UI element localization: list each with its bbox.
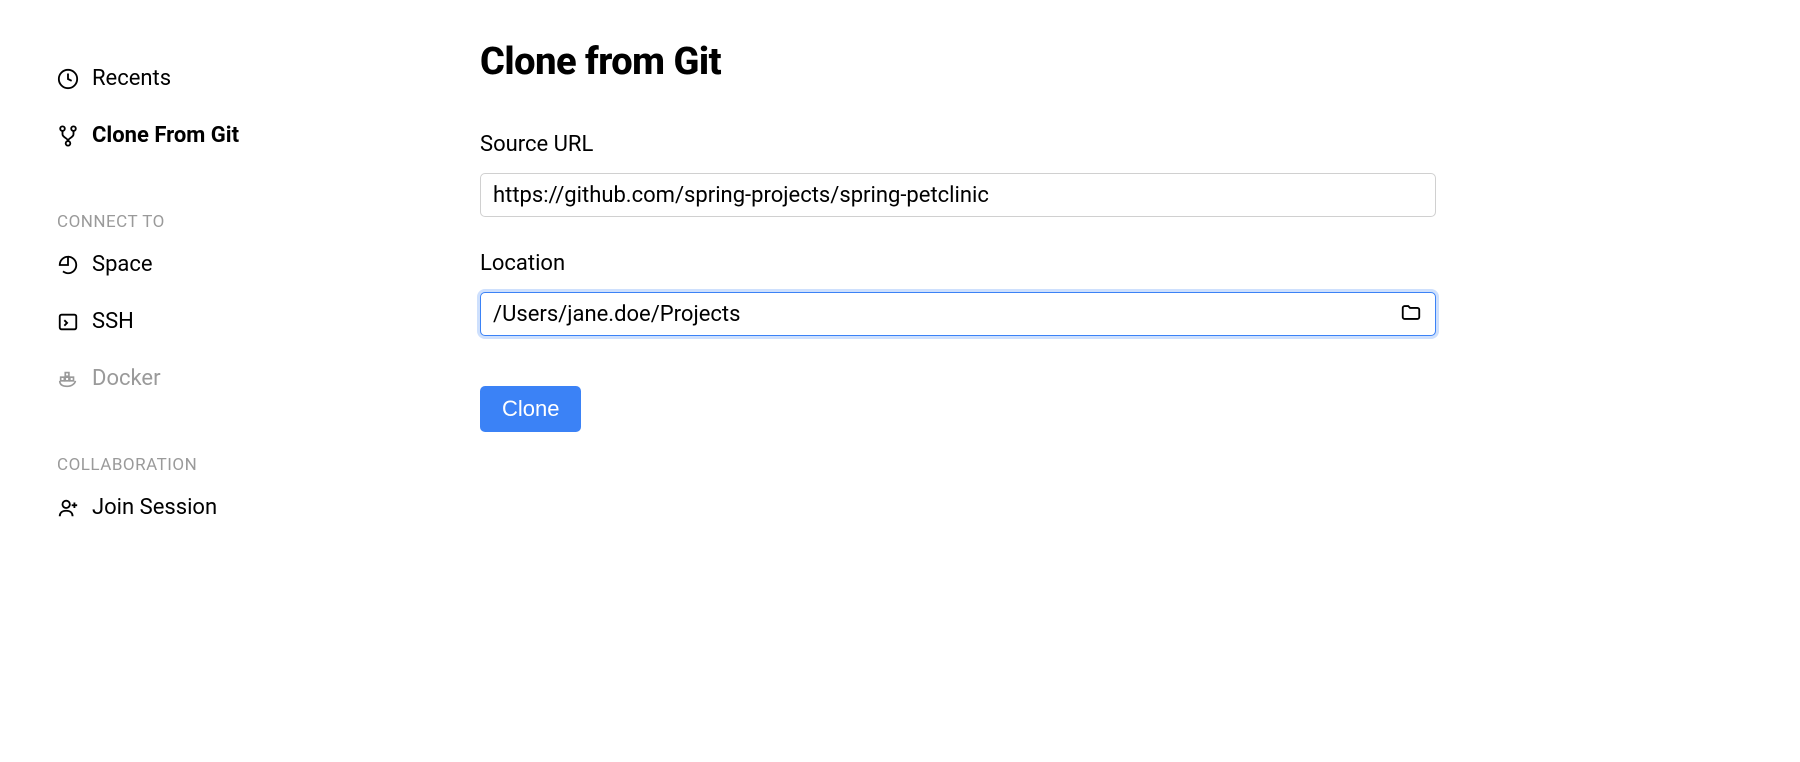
docker-icon xyxy=(57,368,79,390)
location-input-wrapper xyxy=(480,292,1436,336)
sidebar-item-label: Clone From Git xyxy=(92,123,239,148)
sidebar-item-label: SSH xyxy=(92,309,134,334)
folder-icon xyxy=(1400,302,1422,327)
sidebar-item-label: Space xyxy=(92,252,153,277)
sidebar-item-join-session[interactable]: Join Session xyxy=(57,479,480,536)
browse-folder-button[interactable] xyxy=(1396,298,1426,331)
sidebar-item-docker[interactable]: Docker xyxy=(57,350,480,407)
clock-icon xyxy=(57,68,79,90)
sidebar-item-label: Join Session xyxy=(92,495,217,520)
space-icon xyxy=(57,254,79,276)
sidebar-item-recents[interactable]: Recents xyxy=(57,50,480,107)
sidebar-item-label: Docker xyxy=(92,366,161,391)
source-url-input[interactable] xyxy=(480,173,1436,217)
main-panel: Clone from Git Source URL Location Clone xyxy=(480,0,1800,762)
section-header-collaboration: COLLABORATION xyxy=(57,455,480,475)
sidebar-item-ssh[interactable]: SSH xyxy=(57,293,480,350)
terminal-icon xyxy=(57,311,79,333)
location-group: Location xyxy=(480,251,1800,336)
user-plus-icon xyxy=(57,497,79,519)
location-input[interactable] xyxy=(480,292,1436,336)
source-url-label: Source URL xyxy=(480,132,1800,157)
sidebar-item-space[interactable]: Space xyxy=(57,236,480,293)
source-url-group: Source URL xyxy=(480,132,1800,217)
location-label: Location xyxy=(480,251,1800,276)
sidebar-item-clone-git[interactable]: Clone From Git xyxy=(57,107,480,164)
sidebar-item-label: Recents xyxy=(92,66,171,91)
clone-button[interactable]: Clone xyxy=(480,386,581,432)
section-header-connect: CONNECT TO xyxy=(57,212,480,232)
page-title: Clone from Git xyxy=(480,40,1800,84)
git-branch-icon xyxy=(57,125,79,147)
sidebar: Recents Clone From Git CONNECT TO Space xyxy=(0,0,480,762)
